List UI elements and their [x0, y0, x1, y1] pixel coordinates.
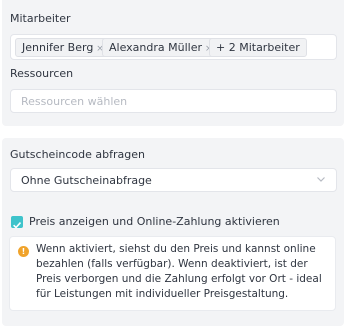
voucher-label: Gutscheincode abfragen: [10, 148, 145, 161]
price-checkbox[interactable]: [11, 216, 23, 229]
resources-select[interactable]: Ressourcen wählen: [10, 89, 337, 113]
resources-label: Ressourcen: [10, 67, 74, 80]
price-info-text: Wenn aktiviert, siehst du den Preis und …: [36, 243, 322, 300]
voucher-select[interactable]: Ohne Gutscheinabfrage: [10, 168, 337, 192]
resources-placeholder: Ressourcen wählen: [21, 95, 128, 108]
chevron-down-icon: [317, 177, 325, 182]
staff-label: Mitarbeiter: [10, 12, 71, 25]
staff-chip-label: Jennifer Berg: [22, 41, 94, 54]
staff-chip[interactable]: Jennifer Berg ×: [15, 38, 111, 57]
warning-icon: !: [18, 246, 29, 257]
more-staff-chip[interactable]: + 2 Mitarbeiter: [209, 38, 307, 57]
staff-chip[interactable]: Alexandra Müller×: [102, 38, 220, 57]
price-info-box: ! Wenn aktiviert, siehst du den Preis un…: [9, 236, 336, 311]
voucher-selected-value: Ohne Gutscheinabfrage: [21, 174, 152, 187]
checkmark-icon: [13, 222, 22, 229]
staff-multiselect[interactable]: Jennifer Berg× Alexandra Müller× + 2 Mit…: [10, 34, 337, 60]
staff-chip-label: Alexandra Müller: [109, 41, 202, 54]
price-checkbox-label[interactable]: Preis anzeigen und Online-Zahlung aktivi…: [29, 215, 280, 228]
staff-resources-panel: Mitarbeiter Jennifer Berg × Alexandra Mül…: [2, 0, 344, 126]
